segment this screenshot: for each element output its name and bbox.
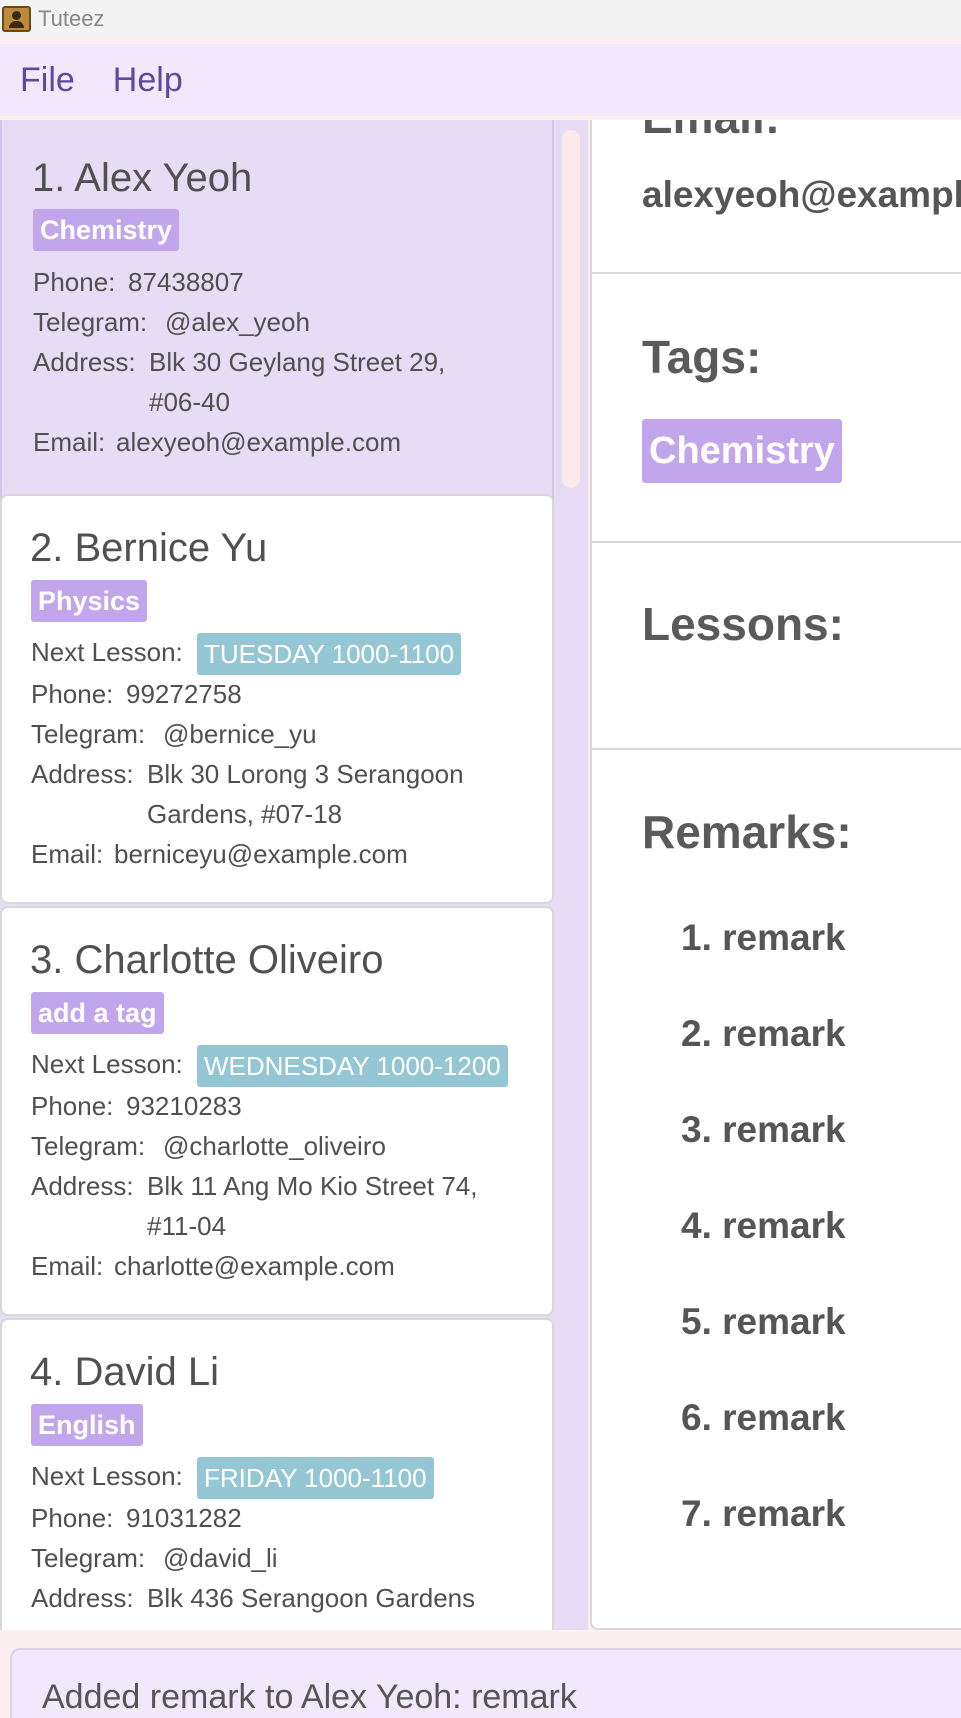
next-lesson-label: Next Lesson:	[31, 1461, 183, 1491]
remark-item: 1. remark	[681, 917, 846, 958]
address-label: Address:	[33, 347, 136, 377]
address-line1: Blk 436 Serangoon Gardens	[147, 1583, 476, 1613]
person-detail-panel: Email: alexyeoh@example.com Tags: Chemis…	[590, 120, 961, 1630]
tag-badge: Physics	[31, 580, 148, 622]
telegram-value: @david_li	[163, 1543, 278, 1573]
phone-value: 91031282	[126, 1503, 242, 1533]
remark-item: 2. remark	[681, 1013, 846, 1054]
email-heading: Email:	[642, 120, 780, 144]
telegram-value: @alex_yeoh	[165, 307, 310, 337]
detail-email: alexyeoh@example.com	[642, 174, 961, 215]
title-bar: Tuteez	[0, 0, 961, 37]
address-line1: Blk 11 Ang Mo Kio Street 74,	[147, 1171, 478, 1201]
tag-badge[interactable]: add a tag	[31, 992, 164, 1034]
menu-help[interactable]: Help	[113, 61, 183, 100]
contacts-book-icon	[2, 5, 31, 32]
phone-label: Phone:	[31, 1503, 114, 1533]
phone-label: Phone:	[31, 1091, 114, 1121]
telegram-label: Telegram:	[31, 1131, 146, 1161]
next-lesson-badge: TUESDAY 1000-1100	[197, 633, 462, 675]
email-value: berniceyu@example.com	[114, 839, 408, 869]
phone-value: 99272758	[126, 679, 242, 709]
section-divider	[592, 272, 961, 274]
address-label: Address:	[31, 1171, 134, 1201]
remark-item: 5. remark	[681, 1301, 846, 1342]
person-card[interactable]: 3. Charlotte Oliveiro add a tag WEDNESDA…	[0, 906, 554, 1316]
tags-heading: Tags:	[642, 331, 762, 383]
remark-item: 6. remark	[681, 1397, 846, 1438]
detail-tag-badge: Chemistry	[642, 419, 842, 483]
address-line2: #06-40	[149, 387, 230, 417]
phone-value: 93210283	[126, 1091, 242, 1121]
next-lesson-badge: FRIDAY 1000-1100	[197, 1457, 434, 1499]
result-message: Added remark to Alex Yeoh: remark	[42, 1678, 577, 1716]
phone-label: Phone:	[33, 267, 116, 297]
address-line2: #11-04	[147, 1211, 227, 1241]
next-lesson-label: Next Lesson:	[31, 1049, 183, 1079]
lessons-heading: Lessons:	[642, 598, 844, 650]
menu-file[interactable]: File	[20, 61, 75, 100]
tag-badge: English	[31, 1404, 143, 1446]
list-scrollbar-thumb[interactable]	[562, 130, 580, 488]
remark-item: 3. remark	[681, 1109, 846, 1150]
person-name: 2. Bernice Yu	[30, 526, 268, 570]
remark-item: 4. remark	[681, 1205, 846, 1246]
email-label: Email:	[33, 427, 106, 457]
person-name: 3. Charlotte Oliveiro	[30, 938, 384, 982]
telegram-label: Telegram:	[31, 719, 146, 749]
person-name: 4. David Li	[30, 1350, 219, 1394]
tag-badge: Chemistry	[33, 209, 180, 251]
telegram-label: Telegram:	[33, 307, 148, 337]
result-display[interactable]: Added remark to Alex Yeoh: remark	[10, 1648, 961, 1718]
email-label: Email:	[31, 839, 104, 869]
window-title: Tuteez	[38, 5, 105, 31]
section-divider	[592, 748, 961, 750]
person-list[interactable]: 1. Alex Yeoh Chemistry Phone: 87438807 T…	[0, 120, 556, 1630]
phone-value: 87438807	[128, 267, 244, 297]
person-name: 1. Alex Yeoh	[32, 156, 253, 200]
telegram-value: @charlotte_oliveiro	[163, 1131, 386, 1161]
next-lesson-label: Next Lesson:	[31, 637, 183, 667]
address-label: Address:	[31, 1583, 134, 1613]
menu-bar: File Help	[0, 44, 961, 116]
remarks-heading: Remarks:	[642, 806, 852, 858]
remark-item: 7. remark	[681, 1493, 846, 1534]
next-lesson-badge: WEDNESDAY 1000-1200	[197, 1045, 508, 1087]
address-label: Address:	[31, 759, 134, 789]
person-card[interactable]: 4. David Li English FRIDAY 1000-1100 Nex…	[0, 1318, 554, 1630]
telegram-value: @bernice_yu	[163, 719, 317, 749]
email-label: Email:	[31, 1251, 104, 1281]
email-value: charlotte@example.com	[114, 1251, 395, 1281]
person-card[interactable]: 2. Bernice Yu Physics TUESDAY 1000-1100 …	[0, 494, 554, 904]
section-divider	[592, 541, 961, 543]
telegram-label: Telegram:	[31, 1543, 146, 1573]
address-line1: Blk 30 Lorong 3 Serangoon	[147, 759, 464, 789]
address-line2: Gardens, #07-18	[147, 799, 343, 829]
phone-label: Phone:	[31, 679, 114, 709]
email-value: alexyeoh@example.com	[116, 427, 402, 457]
address-line1: Blk 30 Geylang Street 29,	[149, 347, 446, 377]
